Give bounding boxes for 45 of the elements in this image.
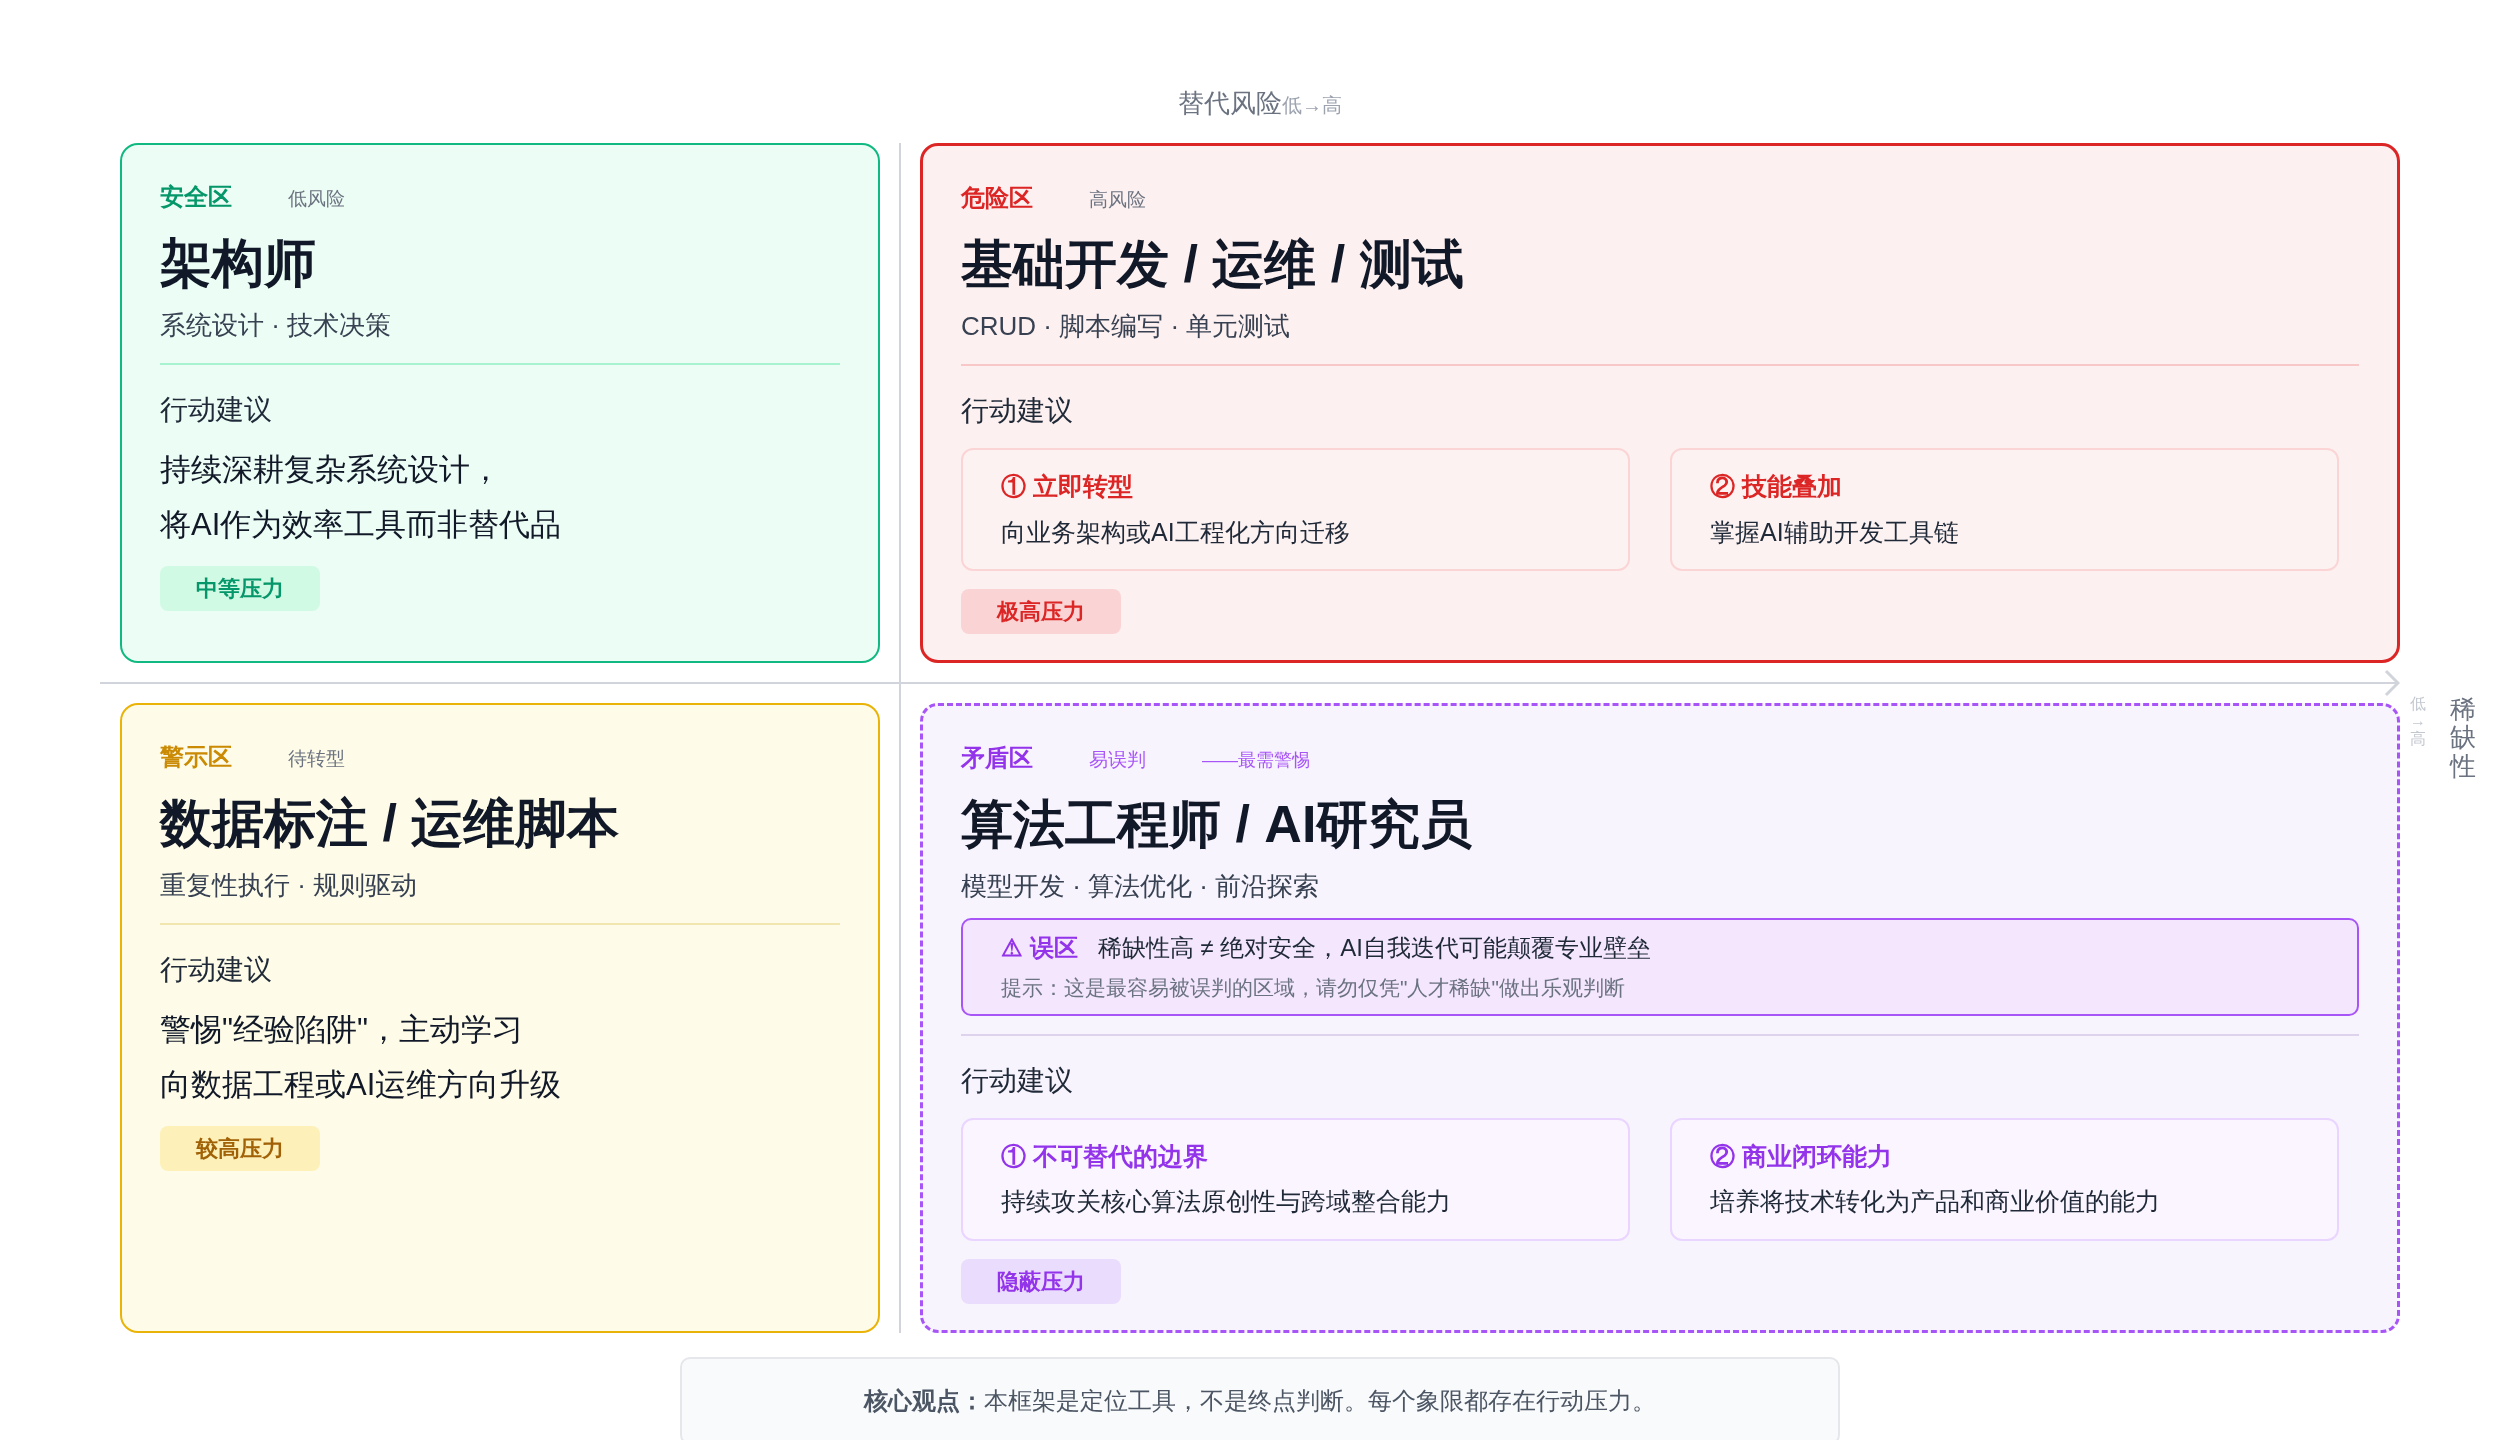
action-text: 掌握AI辅助开发工具链 — [1710, 516, 1960, 548]
action-text: 向业务架构或AI工程化方向迁移 — [1001, 516, 1351, 548]
action-text: 培养将技术转化为产品和商业价值的能力 — [1710, 1186, 2161, 1217]
risk-label: 低风险 — [288, 187, 345, 211]
action-title: ① 不可替代的边界 — [1001, 1140, 1209, 1172]
axis-range: 低→高 — [1282, 94, 1342, 118]
advice-text: 持续深耕复杂系统设计， — [160, 451, 502, 489]
zone-label: 安全区 — [160, 182, 232, 212]
action-title: ② 商业闭环能力 — [1710, 1140, 1893, 1172]
zone-label: 矛盾区 — [961, 743, 1033, 773]
pressure-badge: 较高压力 — [160, 1126, 320, 1171]
pressure-badge: 隐蔽压力 — [961, 1258, 1121, 1304]
risk-label: 待转型 — [288, 747, 345, 771]
axis-label: 替代风险 — [1178, 87, 1282, 120]
pressure-badge: 中等压力 — [160, 566, 320, 611]
role-title: 数据标注 / 运维脚本 — [160, 793, 621, 854]
risk-label: 易误判 — [1089, 748, 1146, 772]
action-title: ② 技能叠加 — [1710, 471, 1843, 502]
role-subtitle: 重复性执行 · 规则驱动 — [160, 869, 419, 902]
advice-text: 向数据工程或AI运维方向升级 — [160, 1065, 563, 1104]
role-subtitle: 系统设计 · 技术决策 — [160, 309, 393, 342]
role-title: 基础开发 / 运维 / 测试 — [961, 234, 1465, 295]
advice-text: 将AI作为效率工具而非替代品 — [160, 505, 563, 544]
zone-label: 危险区 — [961, 183, 1033, 213]
section-heading: 行动建议 — [160, 393, 273, 427]
role-title: 算法工程师 / AI研究员 — [961, 794, 1474, 855]
warning-hint: 提示：这是最容易被误判的区域，请勿仅凭"人才稀缺"做出乐观判断 — [1001, 975, 1626, 1001]
zone-label: 警示区 — [160, 742, 232, 772]
core-point-note: 核心观点：本框架是定位工具，不是终点判断。每个象限都存在行动压力。 — [680, 1356, 1840, 1440]
role-subtitle: 模型开发 · 算法优化 · 前沿探索 — [961, 870, 1321, 903]
risk-label: 高风险 — [1089, 188, 1146, 212]
role-title: 架构师 — [160, 233, 317, 294]
advice-text: 警惕"经验陷阱"，主动学习 — [160, 1011, 524, 1049]
axis-range: 低→高 — [2410, 694, 2426, 748]
section-heading: 行动建议 — [961, 394, 1074, 428]
pressure-badge: 极高压力 — [961, 589, 1121, 634]
role-subtitle: CRUD · 脚本编写 · 单元测试 — [961, 310, 1292, 343]
action-title: ① 立即转型 — [1001, 471, 1134, 502]
warning-tag: ⚠ 误区 — [1001, 930, 1078, 966]
warning-text: 稀缺性高 ≠ 绝对安全，AI自我迭代可能颠覆专业壁垒 — [1097, 933, 1651, 963]
section-heading: 行动建议 — [961, 1063, 1074, 1098]
warning-note: ——最需警惕 — [1202, 749, 1310, 772]
axis-label: 稀缺性 — [2450, 694, 2476, 781]
section-heading: 行动建议 — [160, 953, 273, 987]
action-text: 持续攻关核心算法原创性与跨域整合能力 — [1001, 1186, 1452, 1217]
